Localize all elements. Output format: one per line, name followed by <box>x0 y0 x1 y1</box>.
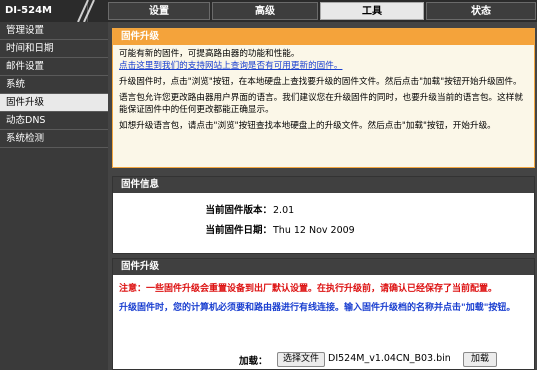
firmware-date-label: 当前固件日期： <box>205 225 272 236</box>
load-label: 加载： <box>239 356 268 367</box>
firmware-upgrade-title: 固件升级 <box>113 259 534 275</box>
selected-file-name: DI524M_v1.04CN_B03.bin <box>328 353 451 364</box>
tab-tools[interactable]: 工具 <box>320 2 424 20</box>
intro-line-1: 可能有新的固件，可提高路由器的功能和性能。 <box>119 49 300 59</box>
sidebar-item-email[interactable]: 邮件设置 <box>0 58 108 76</box>
sidebar-item-admin[interactable]: 管理设置 <box>0 22 108 40</box>
file-upload-row: 加载： 选择文件 DI524M_v1.04CN_B03.bin 加载 <box>113 351 534 369</box>
firmware-upgrade-panel: 固件升级 注意：一些固件升级会重置设备到出厂默认设置。在执行升级前，请确认已经保… <box>112 258 535 370</box>
intro-line-3: 语言包允许您更改路由器用户界面的语言。我们建议您在升级固件的同时，也要升级当前的… <box>119 93 523 115</box>
sidebar-item-time[interactable]: 时间和日期 <box>0 40 108 58</box>
top-bar: DI-524M 设置 高级 工具 状态 <box>0 0 537 22</box>
firmware-date-row: 当前固件日期： Thu 12 Nov 2009 <box>113 224 534 238</box>
firmware-intro-panel: 固件升级 可能有新的固件，可提高路由器的功能和性能。 点击这里到我们的支持网站上… <box>112 28 535 168</box>
upload-button[interactable]: 加载 <box>463 352 497 367</box>
firmware-version-row: 当前固件版本： 2.01 <box>113 204 534 218</box>
firmware-version-value: 2.01 <box>273 205 295 216</box>
choose-file-button[interactable]: 选择文件 <box>277 352 325 367</box>
tab-status[interactable]: 状态 <box>426 2 536 20</box>
sidebar-item-firmware[interactable]: 固件升级 <box>0 94 108 112</box>
firmware-version-label: 当前固件版本： <box>205 205 272 216</box>
reset-warning: 注意：一些固件升级会重置设备到出厂默认设置。在执行升级前，请确认已经保存了当前配… <box>119 284 498 294</box>
firmware-intro-title: 固件升级 <box>113 29 534 45</box>
sidebar-item-ddns[interactable]: 动态DNS <box>0 112 108 130</box>
sidebar-item-syscheck[interactable]: 系统检测 <box>0 130 108 148</box>
sidebar-item-system[interactable]: 系统 <box>0 76 108 94</box>
intro-line-2: 升级固件时，点击"浏览"按钮，在本地硬盘上查找要升级的固件文件。然后点击"加载"… <box>119 77 522 87</box>
tab-advanced[interactable]: 高级 <box>212 2 318 20</box>
firmware-info-title: 固件信息 <box>113 177 534 193</box>
firmware-date-value: Thu 12 Nov 2009 <box>273 225 355 236</box>
firmware-info-panel: 固件信息 当前固件版本： 2.01 当前固件日期： Thu 12 Nov 200… <box>112 176 535 254</box>
sidebar: 管理设置 时间和日期 邮件设置 系统 固件升级 动态DNS 系统检测 <box>0 22 108 370</box>
header-slash-decoration <box>77 0 95 22</box>
tab-setup[interactable]: 设置 <box>108 2 210 20</box>
wired-connection-note: 升级固件时，您的计算机必须要和路由器进行有线连接。输入固件升级档的名称并点击"加… <box>119 303 516 313</box>
main-tabs: 设置 高级 工具 状态 <box>108 2 537 20</box>
support-site-link[interactable]: 点击这里到我们的支持网站上查询是否有可用更新的固件。 <box>119 61 342 71</box>
main-content: 固件升级 可能有新的固件，可提高路由器的功能和性能。 点击这里到我们的支持网站上… <box>108 22 537 370</box>
intro-line-4: 如想升级语言包，请点击"浏览"按钮查找本地硬盘上的升级文件。然后点击"加载"按钮… <box>119 121 496 131</box>
